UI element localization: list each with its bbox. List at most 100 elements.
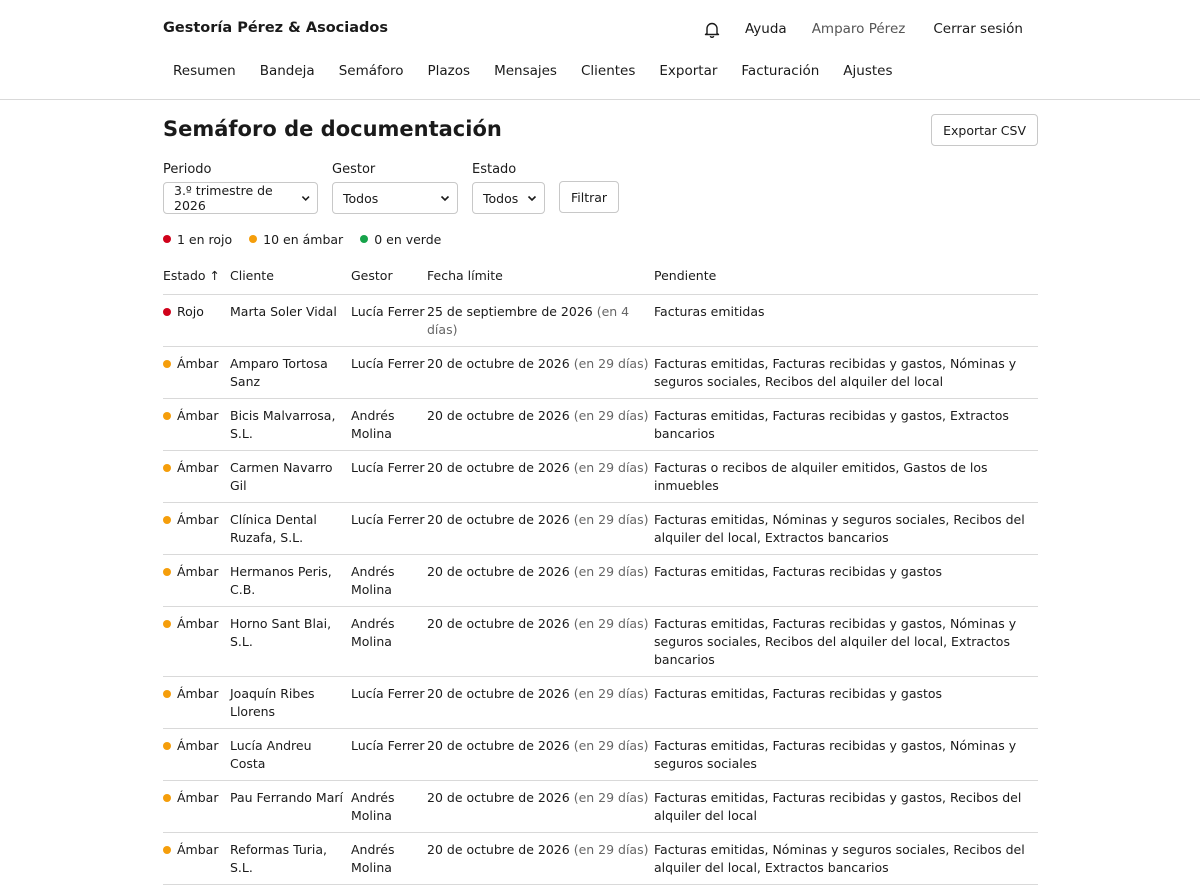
cell-fecha: 20 de octubre de 2026 (en 29 días)	[427, 606, 654, 677]
filter-button[interactable]: Filtrar	[559, 181, 620, 213]
estado-select[interactable]: Todos	[472, 182, 545, 214]
user-name[interactable]: Amparo Pérez	[812, 21, 906, 37]
column-header-pendiente[interactable]: Pendiente	[654, 258, 1038, 295]
table-row[interactable]: Ámbar Carmen Navarro Gil Lucía Ferrer 20 de…	[163, 450, 1038, 503]
cell-estado: Ámbar	[163, 832, 230, 885]
brand-name[interactable]: Gestoría Pérez & Asociados	[163, 20, 388, 36]
cell-cliente[interactable]: Lucía Andreu Costa	[230, 728, 351, 781]
cell-cliente[interactable]: Pau Ferrando Marí	[230, 780, 351, 833]
periodo-select[interactable]: 3.º trimestre de 2026	[163, 182, 318, 214]
status-badge: Ámbar	[163, 407, 230, 425]
nav-item-exportar[interactable]: Exportar	[659, 63, 717, 79]
status-dot-icon	[163, 515, 171, 524]
due-date: 20 de octubre de 2026	[427, 789, 570, 805]
table-row[interactable]: Ámbar Pau Ferrando Marí Andrés Molina 20 de…	[163, 780, 1038, 833]
legend-red-label: 1 en rojo	[177, 231, 233, 247]
cell-fecha: 20 de octubre de 2026 (en 29 días)	[427, 450, 654, 503]
main-content: Semáforo de documentación Exportar CSV P…	[163, 100, 1038, 885]
export-csv-button[interactable]: Exportar CSV	[931, 114, 1038, 146]
nav-item-clientes[interactable]: Clientes	[581, 63, 635, 79]
table-row[interactable]: Ámbar Bicis Malvarrosa, S.L. Andrés Molina…	[163, 398, 1038, 451]
table-row[interactable]: Rojo Marta Soler Vidal Lucía Ferrer 25 de s…	[163, 294, 1038, 347]
green-dot-icon	[360, 235, 369, 243]
periodo-label: Periodo	[163, 162, 212, 177]
due-date: 20 de octubre de 2026	[427, 511, 570, 527]
due-relative: (en 29 días)	[573, 511, 649, 527]
gestor-select[interactable]: Todos	[332, 182, 458, 214]
cell-estado: Ámbar	[163, 728, 230, 781]
due-relative: (en 29 días)	[573, 615, 649, 631]
cell-cliente[interactable]: Horno Sant Blai, S.L.	[230, 606, 351, 677]
cell-fecha: 20 de octubre de 2026 (en 29 días)	[427, 832, 654, 885]
cell-fecha: 25 de septiembre de 2026 (en 4 días)	[427, 294, 654, 347]
table-row[interactable]: Ámbar Amparo Tortosa Sanz Lucía Ferrer 20 d…	[163, 346, 1038, 399]
due-relative: (en 29 días)	[573, 789, 649, 805]
red-dot-icon	[163, 235, 171, 243]
nav-item-resumen[interactable]: Resumen	[173, 63, 236, 79]
cell-pendiente: Facturas emitidas, Nóminas y seguros soc…	[654, 502, 1038, 555]
status-dot-icon	[163, 307, 171, 316]
cell-pendiente: Facturas o recibos de alquiler emitidos,…	[654, 450, 1038, 503]
status-badge: Ámbar	[163, 355, 230, 373]
cell-estado: Ámbar	[163, 398, 230, 451]
logout-link[interactable]: Cerrar sesión	[933, 21, 1023, 37]
status-dot-icon	[163, 741, 171, 750]
table-row[interactable]: Ámbar Hermanos Peris, C.B. Andrés Molina 20…	[163, 554, 1038, 607]
filter-gestor: Gestor Todos	[332, 162, 458, 214]
table-row[interactable]: Ámbar Clínica Dental Ruzafa, S.L. Lucía Fe…	[163, 502, 1038, 555]
filter-periodo: Periodo 3.º trimestre de 2026	[163, 162, 318, 214]
status-badge: Ámbar	[163, 685, 230, 703]
cell-fecha: 20 de octubre de 2026 (en 29 días)	[427, 502, 654, 555]
nav-item-facturacion[interactable]: Facturación	[741, 63, 819, 79]
table-row[interactable]: Ámbar Reformas Turia, S.L. Andrés Molina 20…	[163, 832, 1038, 885]
cell-gestor: Andrés Molina	[351, 832, 427, 885]
status-label: Ámbar	[177, 615, 219, 631]
cell-gestor: Lucía Ferrer	[351, 728, 427, 781]
semaforo-table: Estado ↑ Cliente Gestor Fecha límite Pen…	[163, 258, 1038, 885]
nav-item-ajustes[interactable]: Ajustes	[843, 63, 892, 79]
cell-gestor: Lucía Ferrer	[351, 346, 427, 399]
column-header-estado[interactable]: Estado ↑	[163, 258, 230, 295]
bell-icon[interactable]	[703, 20, 721, 38]
nav-item-mensajes[interactable]: Mensajes	[494, 63, 557, 79]
due-date: 20 de octubre de 2026	[427, 685, 570, 701]
help-link[interactable]: Ayuda	[745, 21, 787, 37]
column-header-gestor[interactable]: Gestor	[351, 258, 427, 295]
status-dot-icon	[163, 359, 171, 368]
status-badge: Ámbar	[163, 511, 230, 529]
table-row[interactable]: Ámbar Horno Sant Blai, S.L. Andrés Molina 2…	[163, 606, 1038, 677]
cell-fecha: 20 de octubre de 2026 (en 29 días)	[427, 346, 654, 399]
cell-cliente[interactable]: Marta Soler Vidal	[230, 294, 351, 347]
cell-cliente[interactable]: Clínica Dental Ruzafa, S.L.	[230, 502, 351, 555]
nav-item-bandeja[interactable]: Bandeja	[260, 63, 315, 79]
nav-item-semaforo[interactable]: Semáforo	[339, 63, 404, 79]
cell-fecha: 20 de octubre de 2026 (en 29 días)	[427, 676, 654, 729]
cell-cliente[interactable]: Amparo Tortosa Sanz	[230, 346, 351, 399]
status-badge: Ámbar	[163, 737, 230, 755]
cell-fecha: 20 de octubre de 2026 (en 29 días)	[427, 398, 654, 451]
cell-pendiente: Facturas emitidas, Facturas recibidas y …	[654, 728, 1038, 781]
gestor-value: Todos	[343, 190, 379, 206]
cell-estado: Ámbar	[163, 346, 230, 399]
cell-cliente[interactable]: Bicis Malvarrosa, S.L.	[230, 398, 351, 451]
nav-item-plazos[interactable]: Plazos	[428, 63, 471, 79]
due-date: 20 de octubre de 2026	[427, 407, 570, 423]
estado-label: Estado	[472, 162, 517, 177]
due-date: 20 de octubre de 2026	[427, 615, 570, 631]
cell-cliente[interactable]: Carmen Navarro Gil	[230, 450, 351, 503]
cell-pendiente: Facturas emitidas, Facturas recibidas y …	[654, 346, 1038, 399]
cell-cliente[interactable]: Hermanos Peris, C.B.	[230, 554, 351, 607]
table-row[interactable]: Ámbar Lucía Andreu Costa Lucía Ferrer 20 de…	[163, 728, 1038, 781]
table-row[interactable]: Ámbar Joaquín Ribes Llorens Lucía Ferrer 20…	[163, 676, 1038, 729]
cell-cliente[interactable]: Joaquín Ribes Llorens	[230, 676, 351, 729]
legend-green-label: 0 en verde	[374, 231, 442, 247]
cell-estado: Ámbar	[163, 450, 230, 503]
status-label: Ámbar	[177, 511, 219, 527]
page-title: Semáforo de documentación	[163, 117, 502, 141]
column-header-fecha[interactable]: Fecha límite	[427, 258, 654, 295]
cell-cliente[interactable]: Reformas Turia, S.L.	[230, 832, 351, 885]
filter-estado: Estado Todos	[472, 162, 545, 214]
status-dot-icon	[163, 845, 171, 854]
column-header-cliente[interactable]: Cliente	[230, 258, 351, 295]
gestor-label: Gestor	[332, 162, 376, 177]
